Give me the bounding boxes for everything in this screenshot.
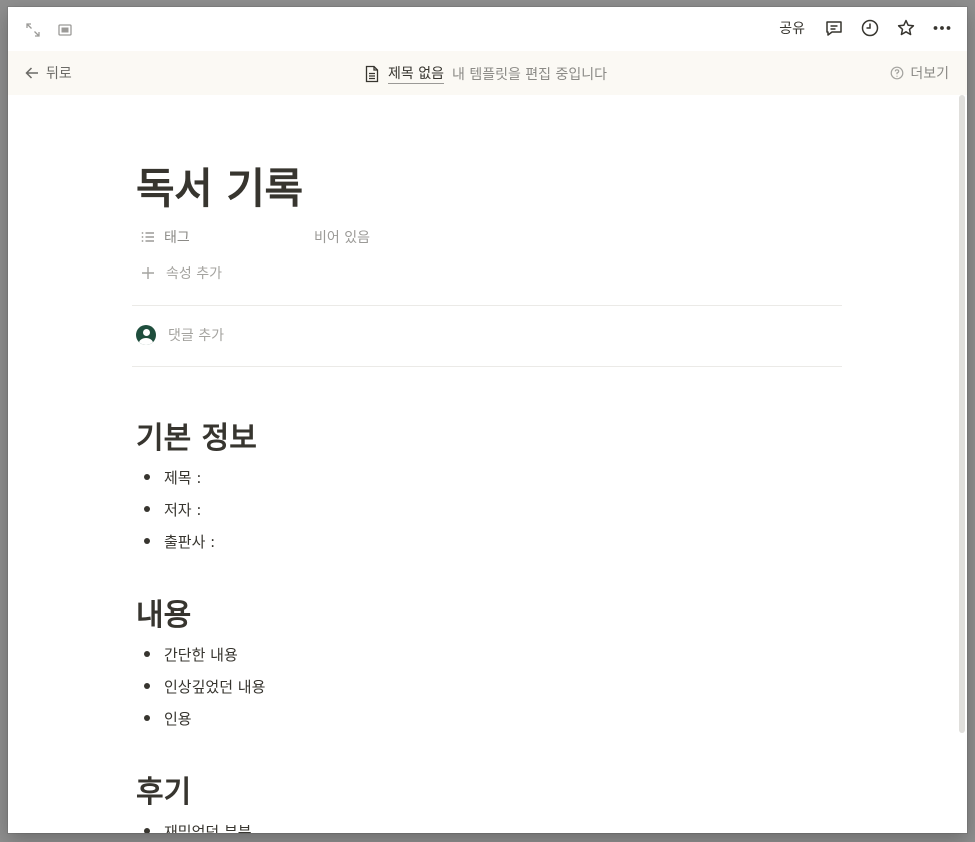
divider [132,305,842,306]
top-bar: 공유 [8,7,967,51]
property-row-tags: 태그 비어 있음 [136,223,842,251]
share-button[interactable]: 공유 [775,16,809,40]
bullet-dot [144,683,150,689]
list-item-text: 출판사 : [164,532,216,551]
scrollbar[interactable] [959,95,965,733]
list-item-text: 제목 : [164,468,202,487]
top-bar-left [22,19,76,41]
add-comment-input[interactable]: 댓글 추가 [168,325,224,345]
banner-center: 제목 없음 내 템플릿을 편집 중입니다 [364,63,607,84]
bullet-list: 재밌었던 부분 [136,815,252,833]
list-icon [141,232,154,242]
list-item-text: 간단한 내용 [164,645,238,664]
list-item-text: 인상깊었던 내용 [164,677,266,696]
list-item-text: 인용 [164,709,192,728]
list-item[interactable]: 제목 : [136,461,215,493]
more-icon[interactable] [931,17,953,39]
bullet-dot [144,506,150,512]
bullet-dot [144,828,150,833]
comment-row: 댓글 추가 [136,325,224,345]
section-heading[interactable]: 후기 [136,767,191,811]
list-item-text: 재밌었던 부분 [164,822,252,834]
list-item[interactable]: 인상깊었던 내용 [136,670,265,702]
list-item[interactable]: 간단한 내용 [136,638,265,670]
app-window: 공유 뒤로 제목 없음 내 템플릿을 편집 중입니다 더보기 독서 기록 태그 … [8,7,967,833]
bullet-dot [144,651,150,657]
help-icon [890,66,904,80]
bullet-list: 제목 : 저자 : 출판사 : [136,461,215,557]
page-icon [365,65,379,82]
peek-mode-icon[interactable] [54,19,76,41]
bullet-list: 간단한 내용 인상깊었던 내용 인용 [136,638,265,734]
top-bar-right: 공유 [775,16,953,40]
section-heading[interactable]: 내용 [136,590,191,634]
section-heading[interactable]: 기본 정보 [136,413,257,457]
plus-icon [142,267,154,279]
template-page-link[interactable]: 제목 없음 [388,63,444,84]
property-value-tags[interactable]: 비어 있음 [314,227,370,247]
expand-icon[interactable] [22,19,44,41]
add-property-label: 속성 추가 [166,266,222,282]
back-label: 뒤로 [46,66,72,82]
template-banner: 뒤로 제목 없음 내 템플릿을 편집 중입니다 더보기 [8,51,967,95]
list-item[interactable]: 인용 [136,702,265,734]
page-title[interactable]: 독서 기록 [136,155,303,216]
learn-more-button[interactable]: 더보기 [890,63,949,83]
list-item[interactable]: 재밌었던 부분 [136,815,252,833]
list-item-text: 저자 : [164,500,202,519]
bullet-dot [144,715,150,721]
comment-icon[interactable] [823,17,845,39]
banner-note: 내 템플릿을 편집 중입니다 [451,66,608,83]
property-name-tags[interactable]: 태그 [136,227,314,247]
avatar [136,325,156,345]
arrow-left-icon [25,67,38,79]
back-button[interactable]: 뒤로 [24,63,72,83]
learn-more-label: 더보기 [910,66,949,82]
list-item[interactable]: 출판사 : [136,525,215,557]
bullet-dot [144,474,150,480]
star-icon[interactable] [895,17,917,39]
divider [132,366,842,367]
list-item[interactable]: 저자 : [136,493,215,525]
bullet-dot [144,538,150,544]
add-property-button[interactable]: 속성 추가 [136,263,222,283]
property-name-label: 태그 [164,230,190,246]
history-icon[interactable] [859,17,881,39]
